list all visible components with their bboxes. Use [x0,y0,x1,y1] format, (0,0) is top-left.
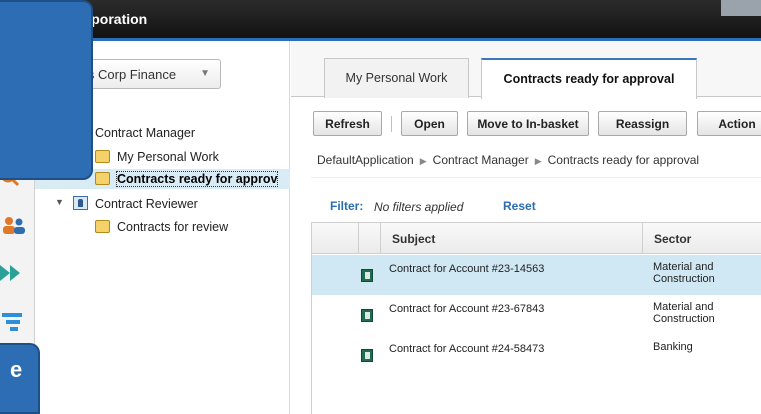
tree-label: My Personal Work [117,150,219,164]
tree-item-contracts-for-review[interactable]: Contracts for review [35,217,290,237]
tree-label: Contracts for review [117,220,229,234]
tree-role-contract-reviewer[interactable]: ▼ Contract Reviewer [35,194,290,214]
filter-label: Filter: [330,199,364,213]
callout-tail [41,100,63,132]
tree-label: Contracts ready for approv [115,171,279,187]
callout-bubble [0,0,93,180]
app-window: Focus Corporation Focus Corp Finance ▼ ▼ [0,0,761,414]
chevron-down-icon: ▼ [200,68,210,79]
cell-subject: Contract for Account #23-67843 [389,303,545,315]
column-divider [358,223,359,254]
chevron-right-icon: ▶ [419,156,427,166]
document-icon [361,309,373,322]
refresh-button[interactable]: Refresh [313,111,382,136]
document-icon [361,269,373,282]
work-item-grid: Subject Sector Contract for Account #23-… [311,222,761,414]
grid-header: Subject Sector [312,222,761,254]
cell-subject: Contract for Account #24-58473 [389,343,545,355]
inbox-icon [95,150,110,163]
toolbar-divider [391,116,392,132]
breadcrumb: DefaultApplication ▶ Contract Manager ▶ Cont… [317,153,699,167]
open-button[interactable]: Open [401,111,458,136]
tab-my-personal-work[interactable]: My Personal Work [324,58,469,98]
filter-bar: Filter: No filters applied Reset [311,177,761,221]
cell-sector: Material and Construction [653,261,715,285]
document-icon [361,349,373,362]
cell-sector: Banking [653,341,693,353]
reassign-button[interactable]: Reassign [598,111,687,136]
tree-label: Contract Reviewer [95,197,198,211]
table-row[interactable]: Contract for Account #23-14563 Material … [312,255,761,295]
breadcrumb-item: Contracts ready for approval [547,153,700,167]
table-row[interactable]: Contract for Account #24-58473 Banking [312,335,761,375]
chevron-right-icon: ▶ [534,156,542,166]
filter-reset-link[interactable]: Reset [503,199,536,213]
main-panel: My Personal Work Contracts ready for app… [291,41,761,414]
table-row[interactable]: Contract for Account #23-67843 Material … [312,295,761,335]
tab-bar: My Personal Work Contracts ready for app… [291,41,761,99]
title-bar: Focus Corporation [0,0,761,41]
people-icon[interactable] [0,215,26,237]
breadcrumb-item[interactable]: Contract Manager [433,153,529,167]
inbox-icon [95,220,110,233]
callout-text: e [10,357,23,382]
inbox-icon [95,172,110,185]
column-header-subject[interactable]: Subject [392,232,435,246]
cell-subject: Contract for Account #23-14563 [389,263,545,275]
actions-button[interactable]: Action [697,111,761,136]
column-divider [642,223,643,254]
tab-contracts-ready[interactable]: Contracts ready for approval [481,58,697,99]
cell-sector: Material and Construction [653,301,715,325]
column-header-sector[interactable]: Sector [654,232,691,246]
forward-icon[interactable] [0,262,26,284]
role-icon [73,196,88,210]
filter-list-icon[interactable] [0,311,26,333]
callout-bubble-lower: e [0,343,40,414]
filter-value: No filters applied [374,200,464,214]
tree-label: Contract Manager [95,126,196,140]
breadcrumb-item[interactable]: DefaultApplication [317,153,414,167]
collapse-icon[interactable]: ▼ [55,197,64,207]
move-to-inbasket-button[interactable]: Move to In-basket [467,111,589,136]
toolbar: Refresh Open Move to In-basket Reassign … [291,97,761,139]
title-bar-corner [721,0,761,16]
column-divider [380,223,381,254]
